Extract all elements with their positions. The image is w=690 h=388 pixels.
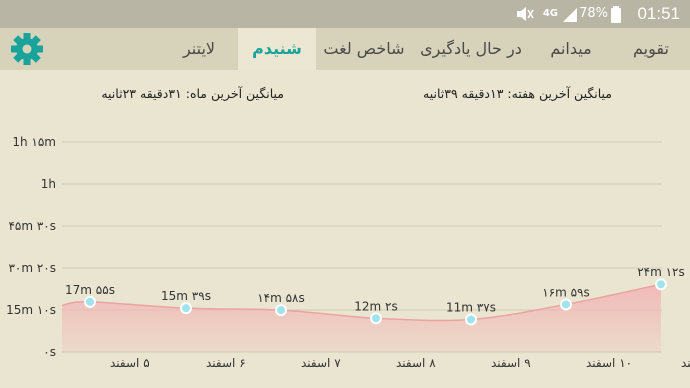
y-tick-label: 1h ۱۵m: [12, 135, 56, 149]
data-point: [275, 304, 287, 317]
battery-icon: [610, 0, 622, 28]
data-point: [180, 302, 192, 315]
listening-chart: ۰s 15m ۱۰s ۳۰m ۲۰s ۴۵m ۳۰s 1h 1h ۱۵m 17m ۵۵s ۵ …: [6, 135, 690, 370]
weekly-average: میانگین آخرین هفته: ۱۳دقیقه ۳۹ثانیه: [423, 86, 612, 101]
y-tick-label: 15m ۱۰s: [6, 303, 56, 317]
data-label: ۱۶m ۵۹s: [542, 285, 590, 299]
tab-bar: تقویم میدانم در حال یادگیری شاخص لغت شنی…: [0, 28, 690, 70]
x-tick-label: ۱۱ اسفند: [681, 356, 690, 370]
monthly-average: میانگین آخرین ماه: ۳۱دقیقه ۲۳ثانیه: [101, 86, 284, 101]
x-tick-label: ۹ اسفند: [491, 356, 531, 370]
data-label: 12m ۲s: [354, 299, 397, 313]
tab-known[interactable]: میدانم: [530, 28, 612, 70]
tab-word-index[interactable]: شاخص لغت: [316, 28, 412, 70]
x-tick-label: ۷ اسفند: [301, 356, 341, 370]
x-tick-label: ۵ اسفند: [110, 356, 150, 370]
status-bar: 4G 78% 01:51: [0, 0, 690, 28]
settings-gear-icon[interactable]: [8, 32, 46, 66]
data-label: 15m ۳۹s: [161, 289, 211, 303]
data-label: ۱۴m ۵۸s: [257, 291, 305, 305]
tab-calendar[interactable]: تقویم: [612, 28, 690, 70]
x-tick-label: ۱۰ اسفند: [586, 356, 632, 370]
tab-leitner[interactable]: لایتنر: [160, 28, 238, 70]
y-tick-label: 1h: [41, 177, 56, 191]
data-point: [84, 295, 96, 308]
data-label: ۲۴m ۱۲s: [637, 265, 685, 279]
data-point: [655, 278, 667, 291]
data-point: [560, 298, 572, 311]
tab-heard[interactable]: شنیدم: [238, 28, 316, 70]
data-label: 17m ۵۵s: [65, 283, 115, 297]
y-tick-label: ۴۵m ۳۰s: [8, 219, 56, 233]
data-point: [465, 313, 477, 326]
data-point: [370, 312, 382, 325]
network-type: 4G: [542, 8, 558, 19]
x-tick-label: ۶ اسفند: [206, 356, 246, 370]
signal-icon: [562, 0, 578, 28]
x-tick-label: ۸ اسفند: [396, 356, 436, 370]
mute-icon: [514, 0, 534, 28]
battery-percent: 78%: [579, 6, 608, 21]
y-tick-label: ۰s: [43, 345, 56, 359]
data-label: 11m ۳۷s: [446, 300, 496, 314]
tab-learning[interactable]: در حال یادگیری: [412, 28, 530, 70]
y-tick-label: ۳۰m ۲۰s: [8, 261, 56, 275]
clock: 01:51: [637, 4, 680, 23]
